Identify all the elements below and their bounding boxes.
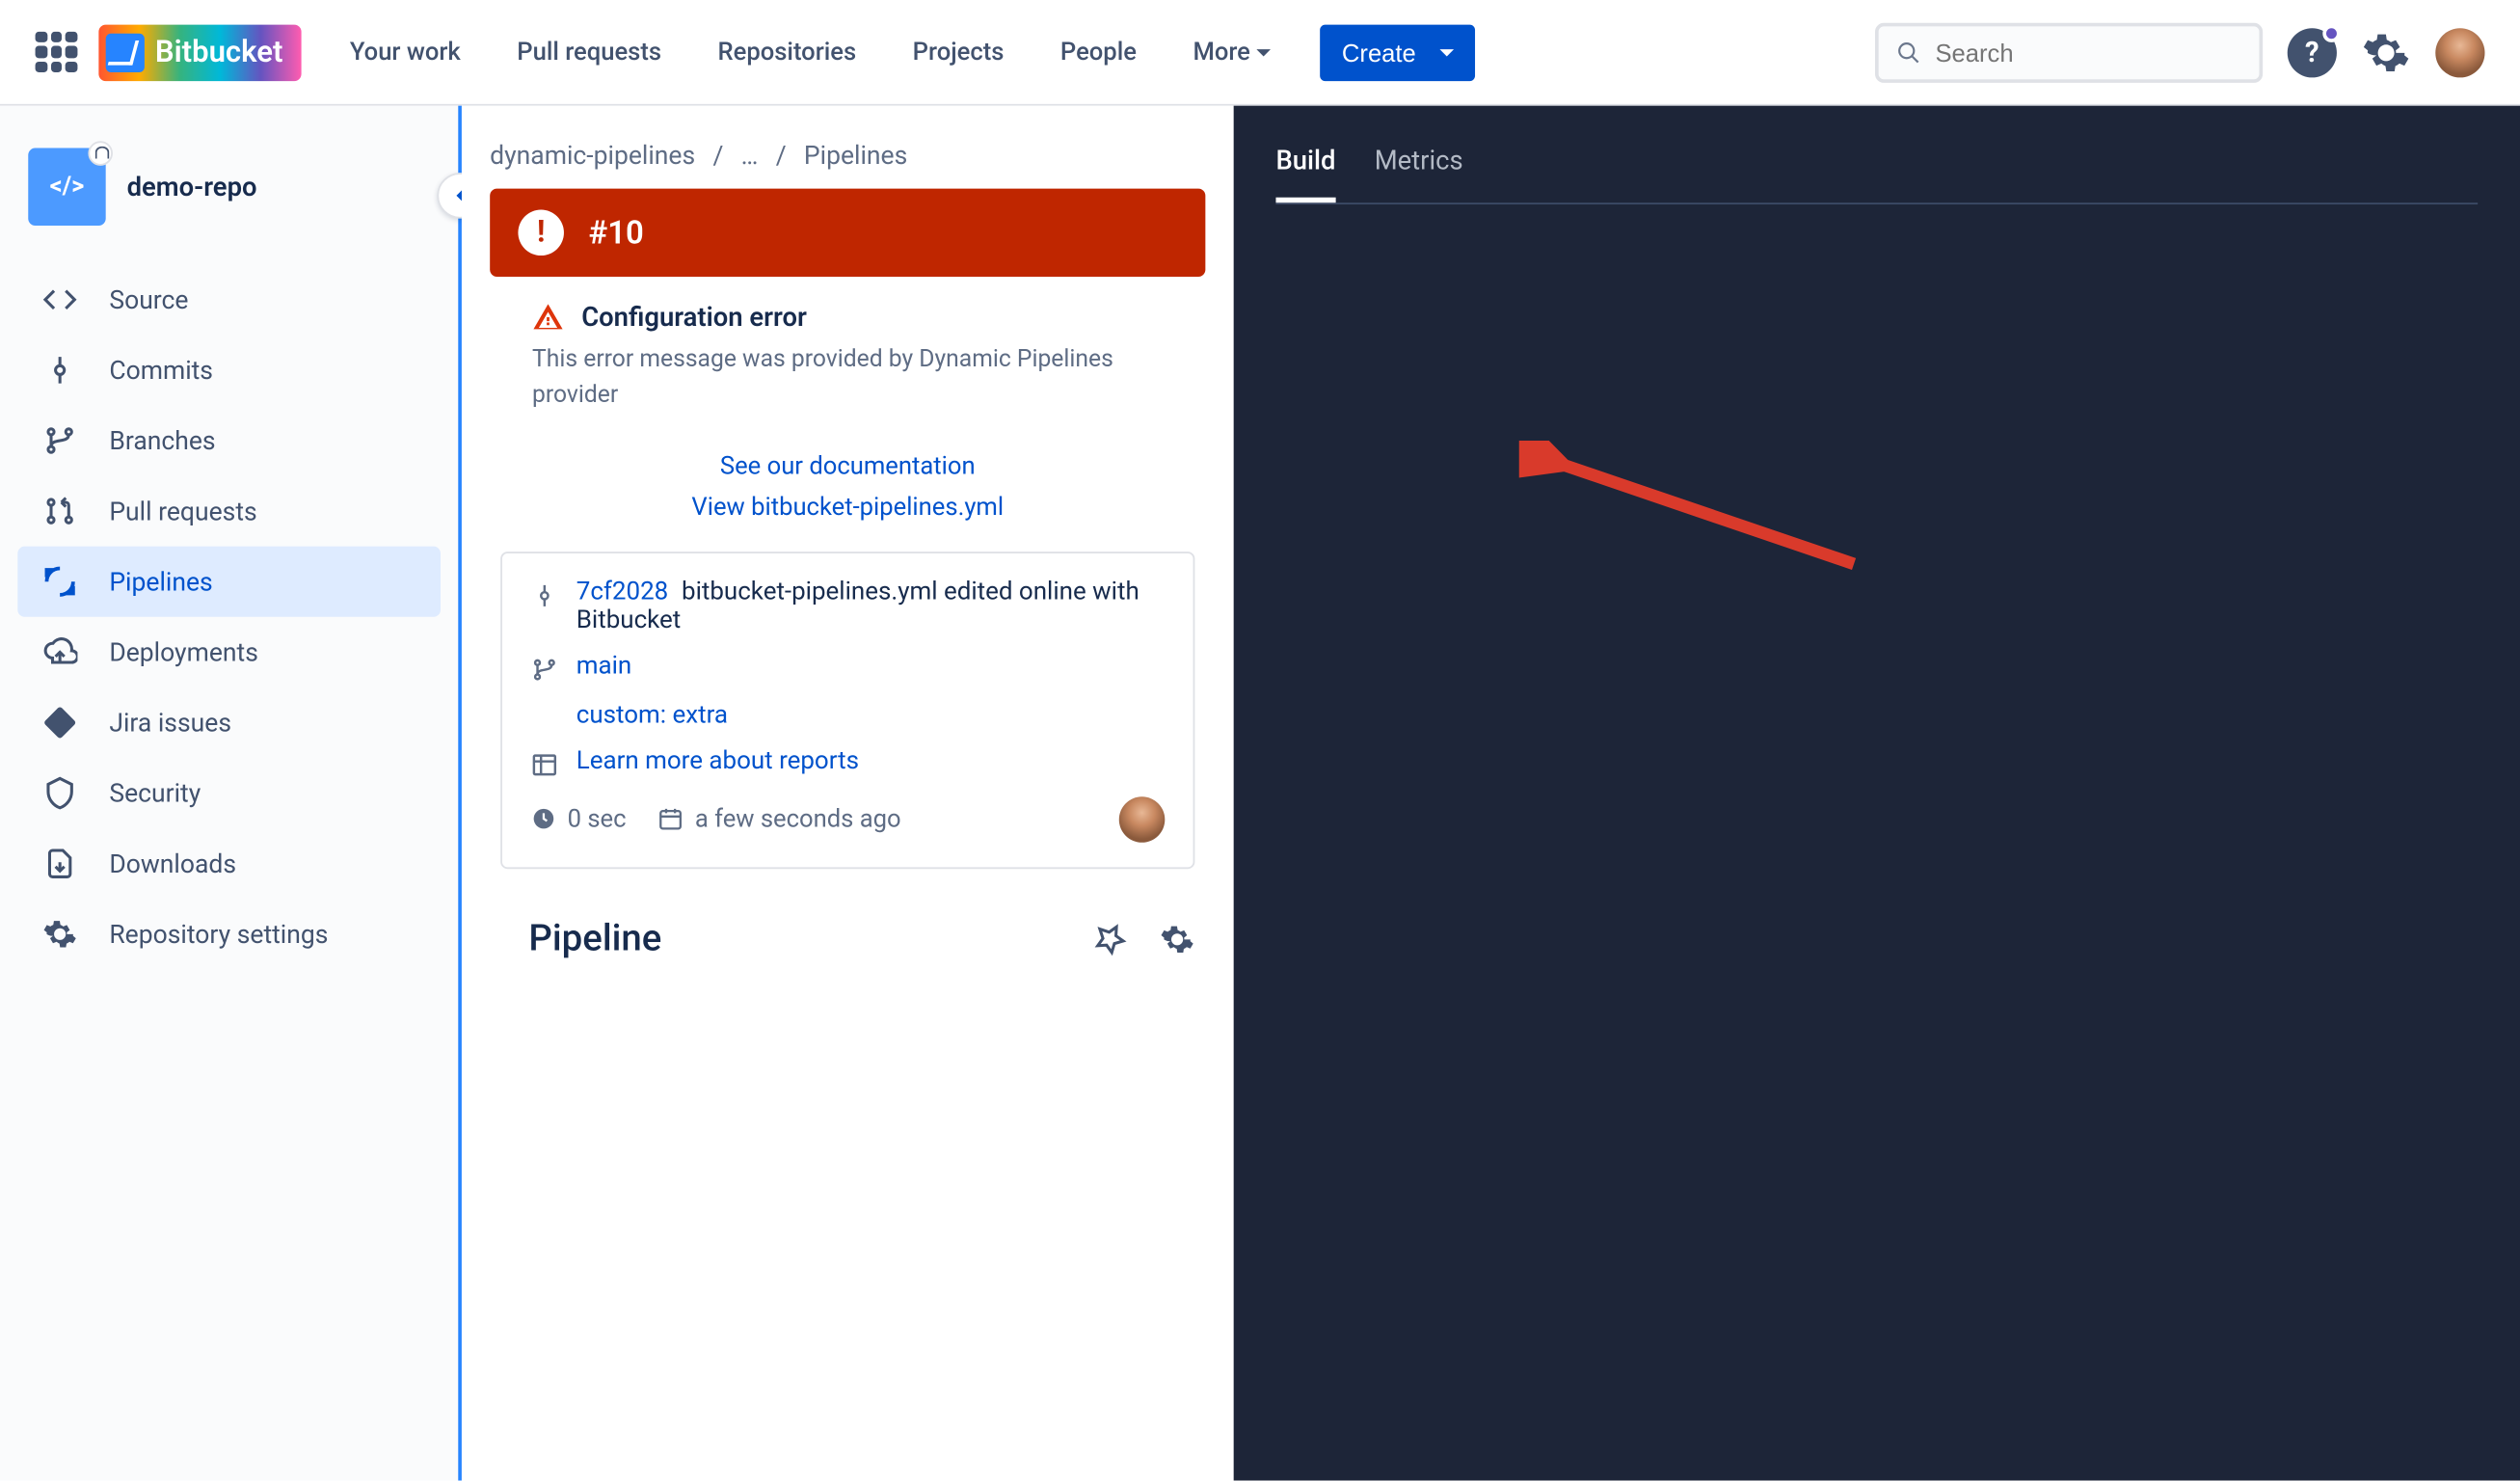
clock-icon bbox=[530, 806, 556, 832]
duration-text: 0 sec bbox=[568, 805, 627, 833]
commit-hash-link[interactable]: 7cf2028 bbox=[576, 578, 668, 606]
view-yml-link[interactable]: View bitbucket-pipelines.yml bbox=[490, 487, 1205, 526]
sidebar-item-downloads[interactable]: Downloads bbox=[17, 828, 441, 899]
repo-name: demo-repo bbox=[127, 171, 257, 202]
search-input[interactable] bbox=[1935, 38, 2241, 66]
breadcrumb-sep: / bbox=[712, 141, 723, 171]
sidebar-item-jira-issues[interactable]: Jira issues bbox=[17, 687, 441, 758]
pipeline-type-link[interactable]: custom: extra bbox=[576, 701, 728, 729]
sidebar-item-security[interactable]: Security bbox=[17, 758, 441, 828]
sidebar-item-repo-settings[interactable]: Repository settings bbox=[17, 899, 441, 969]
error-icon: ! bbox=[518, 210, 564, 256]
build-number: #10 bbox=[589, 214, 644, 251]
create-button[interactable]: Create bbox=[1321, 24, 1476, 80]
sidebar-item-label: Jira issues bbox=[109, 708, 231, 738]
brand-label: Bitbucket bbox=[155, 35, 283, 70]
sidebar-item-label: Pull requests bbox=[109, 497, 256, 526]
nav-people[interactable]: People bbox=[1054, 31, 1144, 73]
pipeline-section-title: Pipeline bbox=[528, 918, 661, 960]
when-text: a few seconds ago bbox=[695, 805, 901, 833]
breadcrumb-project[interactable]: dynamic-pipelines bbox=[490, 141, 695, 171]
docs-link[interactable]: See our documentation bbox=[490, 448, 1205, 488]
sidebar-item-label: Repository settings bbox=[109, 919, 328, 949]
top-nav: Bitbucket Your work Pull requests Reposi… bbox=[0, 0, 2520, 106]
warning-icon bbox=[532, 302, 564, 334]
sidebar-item-pipelines[interactable]: Pipelines bbox=[17, 547, 441, 617]
pipeline-detail-column: dynamic-pipelines / … / Pipelines ! #10 … bbox=[462, 106, 1234, 1481]
commit-icon bbox=[530, 581, 558, 609]
calendar-icon bbox=[657, 806, 684, 832]
config-error-message: This error message was provided by Dynam… bbox=[532, 343, 1163, 413]
build-status-banner: ! #10 bbox=[490, 189, 1205, 277]
search-icon bbox=[1896, 38, 1921, 66]
sidebar-item-label: Source bbox=[109, 284, 188, 314]
build-output-pane: Build Metrics bbox=[1234, 106, 2520, 1481]
sidebar-item-commits[interactable]: Commits bbox=[17, 335, 441, 405]
sidebar-item-branches[interactable]: Branches bbox=[17, 405, 441, 475]
sidebar-item-label: Downloads bbox=[109, 848, 236, 878]
sidebar-item-deployments[interactable]: Deployments bbox=[17, 617, 441, 687]
sidebar-item-label: Pipelines bbox=[109, 567, 212, 597]
settings-icon[interactable] bbox=[2362, 27, 2411, 76]
notification-dot-icon bbox=[2322, 24, 2340, 41]
user-avatar[interactable] bbox=[2435, 27, 2484, 76]
tab-build[interactable]: Build bbox=[1275, 145, 1335, 202]
repo-icon: </> bbox=[28, 148, 105, 226]
chevron-down-icon bbox=[1440, 48, 1455, 63]
breadcrumb: dynamic-pipelines / … / Pipelines bbox=[490, 141, 1205, 171]
bitbucket-logo[interactable]: Bitbucket bbox=[98, 24, 300, 80]
breadcrumb-collapsed[interactable]: … bbox=[741, 141, 759, 171]
sidebar-item-pull-requests[interactable]: Pull requests bbox=[17, 476, 441, 547]
sidebar-item-label: Deployments bbox=[109, 637, 258, 667]
breadcrumb-current: Pipelines bbox=[804, 141, 907, 171]
create-label: Create bbox=[1342, 38, 1416, 66]
reports-link[interactable]: Learn more about reports bbox=[576, 747, 859, 775]
nav-repositories[interactable]: Repositories bbox=[710, 31, 863, 73]
branch-link[interactable]: main bbox=[576, 652, 631, 680]
nav-your-work[interactable]: Your work bbox=[343, 31, 469, 73]
sidebar-item-label: Security bbox=[109, 778, 201, 808]
repo-header[interactable]: </> demo-repo bbox=[17, 148, 441, 265]
app-switcher-icon[interactable] bbox=[36, 31, 78, 73]
pin-icon[interactable] bbox=[1092, 922, 1128, 957]
help-icon[interactable]: ? bbox=[2288, 27, 2337, 76]
tab-metrics[interactable]: Metrics bbox=[1375, 145, 1463, 202]
search-box[interactable] bbox=[1875, 22, 2263, 82]
commit-author-avatar[interactable] bbox=[1119, 796, 1166, 843]
sidebar-item-label: Branches bbox=[109, 425, 215, 455]
nav-projects[interactable]: Projects bbox=[905, 31, 1010, 73]
reports-icon bbox=[530, 751, 558, 779]
config-error-title: Configuration error bbox=[581, 302, 807, 334]
breadcrumb-sep: / bbox=[776, 141, 787, 171]
right-tabs: Build Metrics bbox=[1275, 145, 2478, 204]
commit-card: 7cf2028 bitbucket-pipelines.yml edited o… bbox=[500, 552, 1194, 869]
nav-pull-requests[interactable]: Pull requests bbox=[510, 31, 668, 73]
config-error-block: Configuration error This error message w… bbox=[490, 302, 1205, 427]
sidebar-item-source[interactable]: Source bbox=[17, 264, 441, 335]
nav-more[interactable]: More bbox=[1186, 31, 1278, 73]
sidebar-item-label: Commits bbox=[109, 355, 213, 385]
sidebar: </> demo-repo Source Commits Branches Pu… bbox=[0, 106, 462, 1481]
branch-icon bbox=[530, 656, 558, 684]
gear-icon[interactable] bbox=[1160, 922, 1195, 957]
doc-links: See our documentation View bitbucket-pip… bbox=[490, 448, 1205, 527]
lock-icon bbox=[88, 141, 113, 166]
